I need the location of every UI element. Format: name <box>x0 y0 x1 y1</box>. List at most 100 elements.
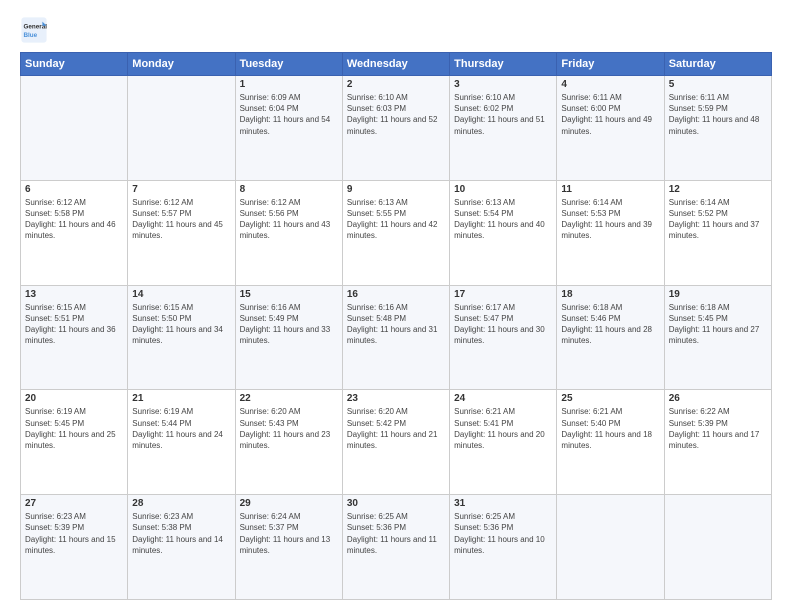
day-info: Sunrise: 6:12 AM Sunset: 5:56 PM Dayligh… <box>240 197 338 242</box>
column-header-thursday: Thursday <box>450 53 557 76</box>
day-info: Sunrise: 6:23 AM Sunset: 5:38 PM Dayligh… <box>132 511 230 556</box>
day-number: 13 <box>25 289 123 300</box>
column-header-tuesday: Tuesday <box>235 53 342 76</box>
day-info: Sunrise: 6:19 AM Sunset: 5:44 PM Dayligh… <box>132 406 230 451</box>
day-number: 4 <box>561 79 659 90</box>
day-number: 24 <box>454 393 552 404</box>
day-number: 5 <box>669 79 767 90</box>
day-cell: 24 Sunrise: 6:21 AM Sunset: 5:41 PM Dayli… <box>450 390 557 495</box>
day-info: Sunrise: 6:23 AM Sunset: 5:39 PM Dayligh… <box>25 511 123 556</box>
day-cell: 29 Sunrise: 6:24 AM Sunset: 5:37 PM Dayli… <box>235 495 342 600</box>
day-number: 23 <box>347 393 445 404</box>
week-row-2: 6 Sunrise: 6:12 AM Sunset: 5:58 PM Daylig… <box>21 180 772 285</box>
day-info: Sunrise: 6:15 AM Sunset: 5:51 PM Dayligh… <box>25 302 123 347</box>
day-info: Sunrise: 6:20 AM Sunset: 5:42 PM Dayligh… <box>347 406 445 451</box>
day-cell <box>664 495 771 600</box>
day-info: Sunrise: 6:12 AM Sunset: 5:57 PM Dayligh… <box>132 197 230 242</box>
day-cell: 4 Sunrise: 6:11 AM Sunset: 6:00 PM Daylig… <box>557 76 664 181</box>
day-info: Sunrise: 6:19 AM Sunset: 5:45 PM Dayligh… <box>25 406 123 451</box>
day-cell: 7 Sunrise: 6:12 AM Sunset: 5:57 PM Daylig… <box>128 180 235 285</box>
day-number: 14 <box>132 289 230 300</box>
day-cell: 12Sunrise: 6:14 AM Sunset: 5:52 PM Dayli… <box>664 180 771 285</box>
day-number: 12 <box>669 184 767 195</box>
day-number: 11 <box>561 184 659 195</box>
calendar-table: SundayMondayTuesdayWednesdayThursdayFrid… <box>20 52 772 600</box>
day-cell <box>557 495 664 600</box>
day-number: 30 <box>347 498 445 509</box>
day-number: 6 <box>25 184 123 195</box>
day-cell: 15 Sunrise: 6:16 AM Sunset: 5:49 PM Dayli… <box>235 285 342 390</box>
day-info: Sunrise: 6:21 AM Sunset: 5:40 PM Dayligh… <box>561 406 659 451</box>
day-cell: 28 Sunrise: 6:23 AM Sunset: 5:38 PM Dayli… <box>128 495 235 600</box>
day-cell: 11 Sunrise: 6:14 AM Sunset: 5:53 PM Dayli… <box>557 180 664 285</box>
day-number: 21 <box>132 393 230 404</box>
day-info: Sunrise: 6:10 AM Sunset: 6:02 PM Dayligh… <box>454 92 552 137</box>
day-info: Sunrise: 6:14 AM Sunset: 5:53 PM Dayligh… <box>561 197 659 242</box>
logo-icon: General Blue <box>20 16 48 44</box>
day-info: Sunrise: 6:21 AM Sunset: 5:41 PM Dayligh… <box>454 406 552 451</box>
day-cell: 6 Sunrise: 6:12 AM Sunset: 5:58 PM Daylig… <box>21 180 128 285</box>
week-row-4: 20 Sunrise: 6:19 AM Sunset: 5:45 PM Dayli… <box>21 390 772 495</box>
day-number: 8 <box>240 184 338 195</box>
header: General Blue <box>20 16 772 44</box>
day-info: Sunrise: 6:18 AM Sunset: 5:45 PM Dayligh… <box>669 302 767 347</box>
day-info: Sunrise: 6:18 AM Sunset: 5:46 PM Dayligh… <box>561 302 659 347</box>
day-number: 15 <box>240 289 338 300</box>
day-number: 18 <box>561 289 659 300</box>
logo: General Blue <box>20 16 52 44</box>
day-info: Sunrise: 6:16 AM Sunset: 5:49 PM Dayligh… <box>240 302 338 347</box>
day-number: 20 <box>25 393 123 404</box>
week-row-3: 13 Sunrise: 6:15 AM Sunset: 5:51 PM Dayli… <box>21 285 772 390</box>
week-row-1: 1Sunrise: 6:09 AM Sunset: 6:04 PM Daylig… <box>21 76 772 181</box>
day-number: 17 <box>454 289 552 300</box>
page: General Blue SundayMondayTuesdayWednesda… <box>0 0 792 612</box>
calendar: SundayMondayTuesdayWednesdayThursdayFrid… <box>20 52 772 600</box>
day-info: Sunrise: 6:11 AM Sunset: 5:59 PM Dayligh… <box>669 92 767 137</box>
day-number: 9 <box>347 184 445 195</box>
day-cell: 23 Sunrise: 6:20 AM Sunset: 5:42 PM Dayli… <box>342 390 449 495</box>
column-header-monday: Monday <box>128 53 235 76</box>
day-cell: 30 Sunrise: 6:25 AM Sunset: 5:36 PM Dayli… <box>342 495 449 600</box>
day-number: 7 <box>132 184 230 195</box>
day-cell <box>21 76 128 181</box>
day-cell: 10 Sunrise: 6:13 AM Sunset: 5:54 PM Dayli… <box>450 180 557 285</box>
day-cell: 14Sunrise: 6:15 AM Sunset: 5:50 PM Dayli… <box>128 285 235 390</box>
day-number: 26 <box>669 393 767 404</box>
day-number: 29 <box>240 498 338 509</box>
day-cell: 26 Sunrise: 6:22 AM Sunset: 5:39 PM Dayli… <box>664 390 771 495</box>
day-cell: 16Sunrise: 6:16 AM Sunset: 5:48 PM Dayli… <box>342 285 449 390</box>
day-number: 22 <box>240 393 338 404</box>
day-cell: 8 Sunrise: 6:12 AM Sunset: 5:56 PM Daylig… <box>235 180 342 285</box>
day-cell: 27Sunrise: 6:23 AM Sunset: 5:39 PM Dayli… <box>21 495 128 600</box>
day-cell: 5 Sunrise: 6:11 AM Sunset: 5:59 PM Daylig… <box>664 76 771 181</box>
day-number: 16 <box>347 289 445 300</box>
header-row: SundayMondayTuesdayWednesdayThursdayFrid… <box>21 53 772 76</box>
day-cell: 18 Sunrise: 6:18 AM Sunset: 5:46 PM Dayli… <box>557 285 664 390</box>
day-info: Sunrise: 6:25 AM Sunset: 5:36 PM Dayligh… <box>347 511 445 556</box>
day-info: Sunrise: 6:09 AM Sunset: 6:04 PM Dayligh… <box>240 92 338 137</box>
day-info: Sunrise: 6:12 AM Sunset: 5:58 PM Dayligh… <box>25 197 123 242</box>
day-number: 10 <box>454 184 552 195</box>
day-cell: 13 Sunrise: 6:15 AM Sunset: 5:51 PM Dayli… <box>21 285 128 390</box>
day-info: Sunrise: 6:11 AM Sunset: 6:00 PM Dayligh… <box>561 92 659 137</box>
column-header-friday: Friday <box>557 53 664 76</box>
day-info: Sunrise: 6:17 AM Sunset: 5:47 PM Dayligh… <box>454 302 552 347</box>
day-info: Sunrise: 6:22 AM Sunset: 5:39 PM Dayligh… <box>669 406 767 451</box>
day-info: Sunrise: 6:25 AM Sunset: 5:36 PM Dayligh… <box>454 511 552 556</box>
day-cell: 17 Sunrise: 6:17 AM Sunset: 5:47 PM Dayli… <box>450 285 557 390</box>
day-info: Sunrise: 6:13 AM Sunset: 5:55 PM Dayligh… <box>347 197 445 242</box>
day-number: 19 <box>669 289 767 300</box>
day-number: 2 <box>347 79 445 90</box>
column-header-sunday: Sunday <box>21 53 128 76</box>
day-info: Sunrise: 6:13 AM Sunset: 5:54 PM Dayligh… <box>454 197 552 242</box>
day-info: Sunrise: 6:24 AM Sunset: 5:37 PM Dayligh… <box>240 511 338 556</box>
day-cell: 20 Sunrise: 6:19 AM Sunset: 5:45 PM Dayli… <box>21 390 128 495</box>
day-cell: 9 Sunrise: 6:13 AM Sunset: 5:55 PM Daylig… <box>342 180 449 285</box>
day-info: Sunrise: 6:20 AM Sunset: 5:43 PM Dayligh… <box>240 406 338 451</box>
day-cell: 31Sunrise: 6:25 AM Sunset: 5:36 PM Dayli… <box>450 495 557 600</box>
column-header-saturday: Saturday <box>664 53 771 76</box>
day-number: 3 <box>454 79 552 90</box>
day-cell: 21 Sunrise: 6:19 AM Sunset: 5:44 PM Dayli… <box>128 390 235 495</box>
week-row-5: 27Sunrise: 6:23 AM Sunset: 5:39 PM Dayli… <box>21 495 772 600</box>
day-number: 28 <box>132 498 230 509</box>
